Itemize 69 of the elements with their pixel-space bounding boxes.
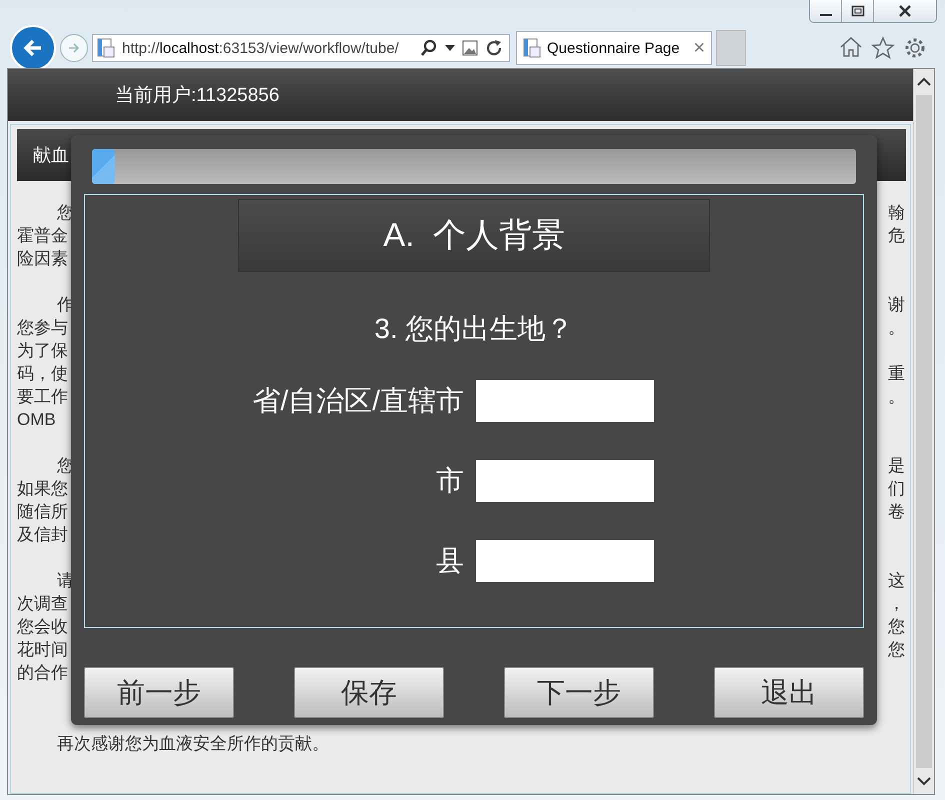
paragraph-text: 您会收 (17, 616, 68, 638)
paragraph-text: 。 (888, 386, 906, 408)
field-label: 县 (436, 544, 464, 578)
refresh-icon[interactable] (485, 39, 503, 57)
paragraph-text: 们 (888, 478, 906, 500)
paragraph-text: 次调查 (17, 593, 68, 615)
settings-icon[interactable] (903, 36, 927, 60)
home-icon[interactable] (839, 36, 863, 58)
url-text: http://localhost:63153/view/workflow/tube/ (122, 40, 400, 56)
paragraph-text: OMB (17, 409, 56, 431)
dialog-button[interactable]: 下一步 (504, 667, 654, 718)
paragraph-text: 为了保 (17, 340, 68, 362)
scroll-thumb[interactable] (916, 95, 932, 768)
dialog-button[interactable]: 保存 (294, 667, 444, 718)
browser-tab[interactable]: Questionnaire Page × (516, 31, 712, 65)
minimize-button[interactable] (810, 0, 842, 22)
search-icon[interactable] (420, 39, 438, 57)
close-icon (897, 4, 913, 18)
right-arrow-icon (67, 41, 81, 55)
paragraph-text: 霍普金 (17, 225, 68, 247)
paragraph-text: 随信所 (17, 501, 68, 523)
scroll-up-icon[interactable] (917, 77, 931, 87)
section-title: A. 个人背景 (383, 215, 565, 255)
maximize-button[interactable] (842, 0, 874, 22)
paragraph-text: 。 (888, 317, 906, 339)
left-arrow-icon (22, 37, 44, 59)
paragraph-text: 您 (888, 639, 906, 661)
page-icon (97, 38, 115, 58)
minimize-icon (820, 14, 832, 16)
input-field[interactable] (476, 460, 654, 502)
paragraph-text: ， (888, 593, 906, 615)
field-label: 省/自治区/直辖市 (252, 384, 464, 418)
paragraph-text: 的合作 (17, 662, 68, 684)
paragraph-text: 险因素 (17, 248, 68, 270)
paragraph-text: 谢 (888, 294, 906, 316)
paragraph-text: 花时间 (17, 639, 68, 661)
scroll-down-icon[interactable] (917, 776, 931, 786)
paragraph-text: 如果您 (17, 478, 68, 500)
restore-icon (850, 5, 864, 17)
tab-title: Questionnaire Page (547, 40, 681, 56)
image-icon[interactable] (462, 40, 478, 56)
paragraph-text: 卷 (888, 501, 906, 523)
address-bar[interactable]: http://localhost:63153/view/workflow/tube/ (92, 34, 510, 62)
scrollbar[interactable] (913, 69, 934, 794)
paragraph-text: 您 (888, 616, 906, 638)
field-label: 市 (436, 464, 464, 498)
paragraph-text: 重 (888, 363, 906, 385)
paragraph-text: 您参与 (17, 317, 68, 339)
closing-text: 再次感谢您为血液安全所作的贡献。 (56, 733, 329, 755)
back-button[interactable] (10, 25, 56, 71)
input-field[interactable] (476, 540, 654, 582)
caret-icon[interactable] (445, 45, 455, 51)
input-field[interactable] (476, 380, 654, 422)
paragraph-text: 要工作 (17, 386, 68, 408)
page-title: 献血 (33, 144, 69, 167)
paragraph-text: 及信封 (17, 524, 68, 546)
paragraph-text: 码，使 (17, 363, 68, 385)
paragraph-text: 是 (888, 455, 906, 477)
star-icon[interactable] (871, 36, 895, 60)
dialog-button[interactable]: 前一步 (84, 667, 234, 718)
page-icon (523, 38, 541, 58)
paragraph-text: 这 (888, 570, 906, 592)
current-user: 当前用户:11325856 (115, 84, 280, 108)
question-text: 3. 您的出生地？ (374, 312, 574, 346)
close-button[interactable] (874, 0, 936, 22)
paragraph-text: 翰 (888, 202, 906, 224)
dialog-button[interactable]: 退出 (714, 667, 864, 718)
paragraph-text: 危 (888, 225, 906, 247)
tab-close-button[interactable]: × (693, 36, 705, 60)
